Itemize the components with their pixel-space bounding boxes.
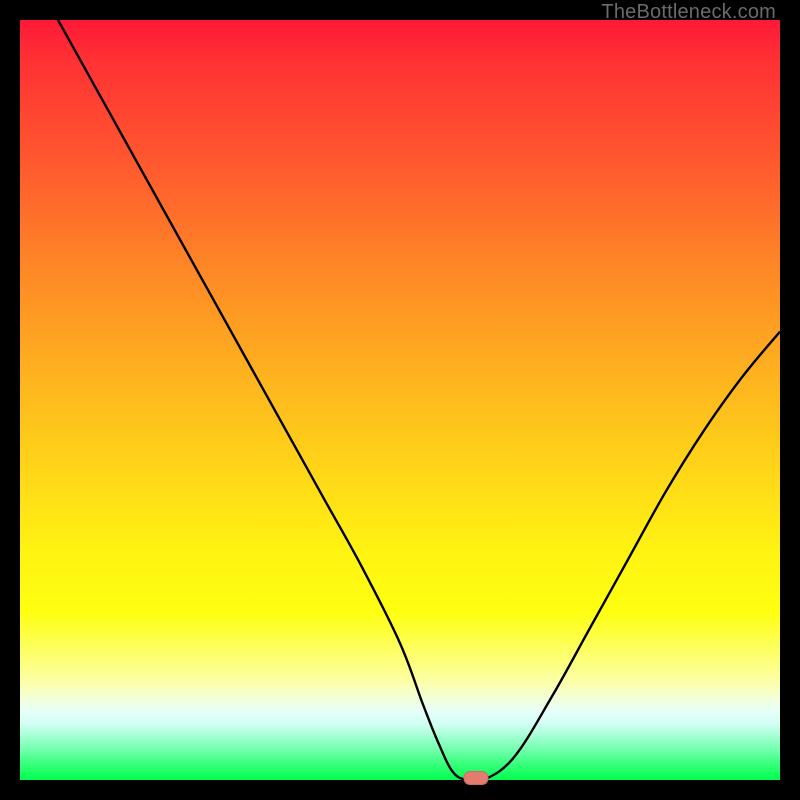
optimum-marker — [464, 772, 488, 785]
chart-overlay — [20, 20, 780, 780]
chart-container: TheBottleneck.com — [0, 0, 800, 800]
bottleneck-curve — [58, 20, 780, 782]
